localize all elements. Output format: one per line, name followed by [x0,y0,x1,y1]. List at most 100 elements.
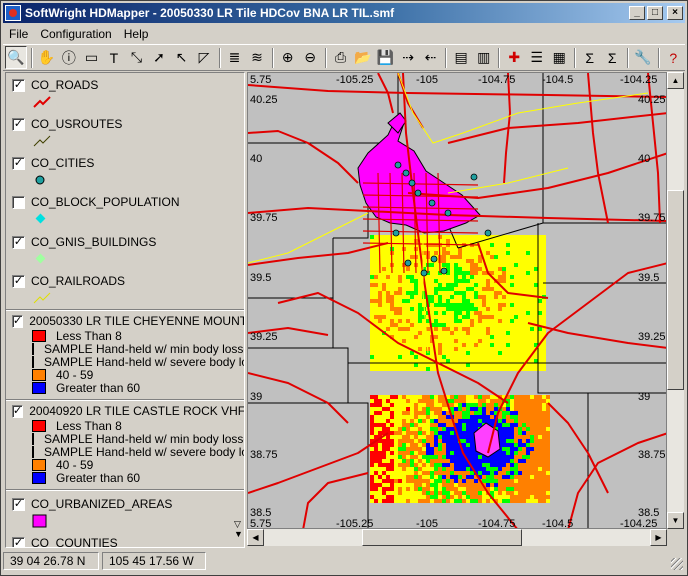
legend-scroll-arrows-icon[interactable]: ▽ ▼ [234,519,243,539]
text-button[interactable]: T [103,46,125,69]
pan-hand-button[interactable]: ✋ [36,46,58,69]
legend-class-row: Less Than 8 [32,419,244,433]
menu-help[interactable]: Help [118,27,155,41]
sum-icon: Σ [585,49,595,66]
text-icon: T [109,49,119,66]
zoom-in-button[interactable]: ⊕ [277,46,299,69]
right-latitude-label: 39.5 [638,272,659,284]
menu-configuration[interactable]: Configuration [34,27,117,41]
measure-button[interactable]: ⤡ [126,46,148,69]
legend-layer-co-gnis-buildings[interactable]: ✓ CO_GNIS_BUILDINGS [6,234,244,268]
class-label: SAMPLE Hand-held w/ severe body los [44,354,245,369]
layer-visibility-checkbox[interactable]: ✓ [12,117,25,131]
menu-file[interactable]: File [3,27,34,41]
menu-bar: File Configuration Help [3,24,685,43]
map-view[interactable]: 5.75 -105.25 -105 -104.75 -104.5 -104.25 5.75 -… [247,72,667,529]
legend-layer-coverage-0[interactable]: ✓ 20050330 LR TILE CHEYENNE MOUNTAIN Less … [6,313,245,395]
add-layer-button[interactable]: ✚ [503,46,525,69]
zoom-select-button[interactable]: 🔍 [5,46,27,69]
class-label: SAMPLE Hand-held w/ min body losses [44,341,245,356]
edit-shape-button[interactable]: ◸ [193,46,215,69]
help-button[interactable]: ? [663,46,685,69]
city-marker [404,259,412,267]
add-site-icon: ▥ [477,49,491,65]
class-color-swatch [32,419,46,432]
maximize-button[interactable]: □ [647,6,663,20]
save-button[interactable]: 💾 [375,46,397,69]
layer-visibility-checkbox[interactable]: ✓ [12,235,25,249]
legend-layer-co-block-population[interactable]: CO_BLOCK_POPULATION [6,194,244,228]
layer-visibility-checkbox[interactable]: ✓ [12,78,25,92]
zoom-out-button[interactable]: ⊖ [299,46,321,69]
vertical-scroll-thumb[interactable] [667,190,684,390]
legend-layer-co-counties[interactable]: ✓ CO_COUNTIES [6,535,244,547]
select-arrow-button[interactable]: ➚ [148,46,170,69]
class-label: 40 - 59 [56,457,94,472]
bottom-longitude-label: -104.75 [478,518,515,529]
legend-button[interactable]: ▦ [548,46,570,69]
open-button[interactable]: 📂 [352,46,374,69]
layer-visibility-checkbox[interactable]: ✓ [12,274,25,288]
legend-layer-co-roads[interactable]: ✓ CO_ROADS [6,77,244,111]
scroll-left-icon[interactable]: ◀ [247,529,264,546]
layer-stack-button[interactable]: ☰ [526,46,548,69]
info-button[interactable]: ⓘ [58,46,80,69]
legend-layer-co-railroads[interactable]: ✓ CO_RAILROADS [6,273,244,307]
map-vertical-scrollbar[interactable]: ▲ ▼ [667,72,684,529]
coverage-cheyenne-mountain [370,235,546,371]
sum-button[interactable]: Σ [579,46,601,69]
label-button[interactable]: ▭ [81,46,103,69]
layer-visibility-checkbox[interactable]: ✓ [12,156,25,170]
city-marker [470,173,478,181]
pan-hand-icon: ✋ [37,49,56,65]
print-button[interactable]: ⎙ [330,46,352,69]
layer-props-button[interactable]: ≋ [246,46,268,69]
sum-area-button[interactable]: Σ [602,46,624,69]
status-bar: 39 04 26.78 N 105 45 17.56 W [3,550,685,572]
close-button[interactable]: × [667,6,683,20]
save-icon: 💾 [376,49,395,65]
resize-grip-icon[interactable] [671,558,683,570]
export-button[interactable]: ⇢ [397,46,419,69]
toolbar-separator [627,47,630,68]
class-label: Greater than 60 [56,380,141,395]
layer-stack-icon: ☰ [530,49,543,65]
layer-visibility-checkbox[interactable]: ✓ [12,314,24,328]
class-color-swatch [32,342,34,355]
layer-visibility-checkbox[interactable]: ✓ [12,497,25,511]
site-button[interactable]: ▤ [450,46,472,69]
add-site-button[interactable]: ▥ [473,46,495,69]
scroll-up-icon[interactable]: ▲ [667,72,684,89]
layer-visibility-checkbox[interactable]: ✓ [12,536,25,547]
legend-layer-co-urbanized-areas[interactable]: ✓ CO_URBANIZED_AREAS [6,496,244,530]
city-marker [414,189,422,197]
class-color-swatch [32,471,46,484]
map-canvas[interactable]: 5.75 -105.25 -105 -104.75 -104.5 -104.25 5.75 -… [248,73,667,529]
app-icon [5,5,21,21]
import-button[interactable]: ⇠ [420,46,442,69]
toolbar-separator [657,47,660,68]
right-latitude-label: 38.5 [638,507,659,519]
horizontal-scroll-thumb[interactable] [362,529,522,546]
layer-visibility-checkbox[interactable]: ✓ [12,404,24,418]
minimize-button[interactable]: _ [629,6,645,20]
map-horizontal-scrollbar[interactable]: ◀ ▶ [247,529,667,546]
legend-divider [6,489,244,491]
layers-button[interactable]: ≣ [224,46,246,69]
select-feature-button[interactable]: ↖ [171,46,193,69]
tools-button[interactable]: 🔧 [632,46,654,69]
left-latitude-label: 39.75 [250,212,278,224]
zoom-select-icon: 🔍 [7,49,25,65]
scroll-right-icon[interactable]: ▶ [650,529,667,546]
class-label: SAMPLE Hand-held w/ severe body los [44,444,245,459]
legend-layer-coverage-1[interactable]: ✓ 20040920 LR TILE CASTLE ROCK VHF LR Less… [6,403,245,485]
legend-layer-co-cities[interactable]: ✓ CO_CITIES [6,155,244,189]
layer-visibility-checkbox[interactable] [12,195,25,209]
legend-class-row: SAMPLE Hand-held w/ min body losses [32,341,245,356]
right-latitude-label: 38.75 [638,449,666,461]
scroll-down-icon[interactable]: ▼ [667,512,684,529]
info-icon: ⓘ [61,49,76,66]
layer-symbol-icon [32,132,244,150]
legend-layer-co-usroutes[interactable]: ✓ CO_USROUTES [6,116,244,150]
legend-icon: ▦ [552,49,566,65]
